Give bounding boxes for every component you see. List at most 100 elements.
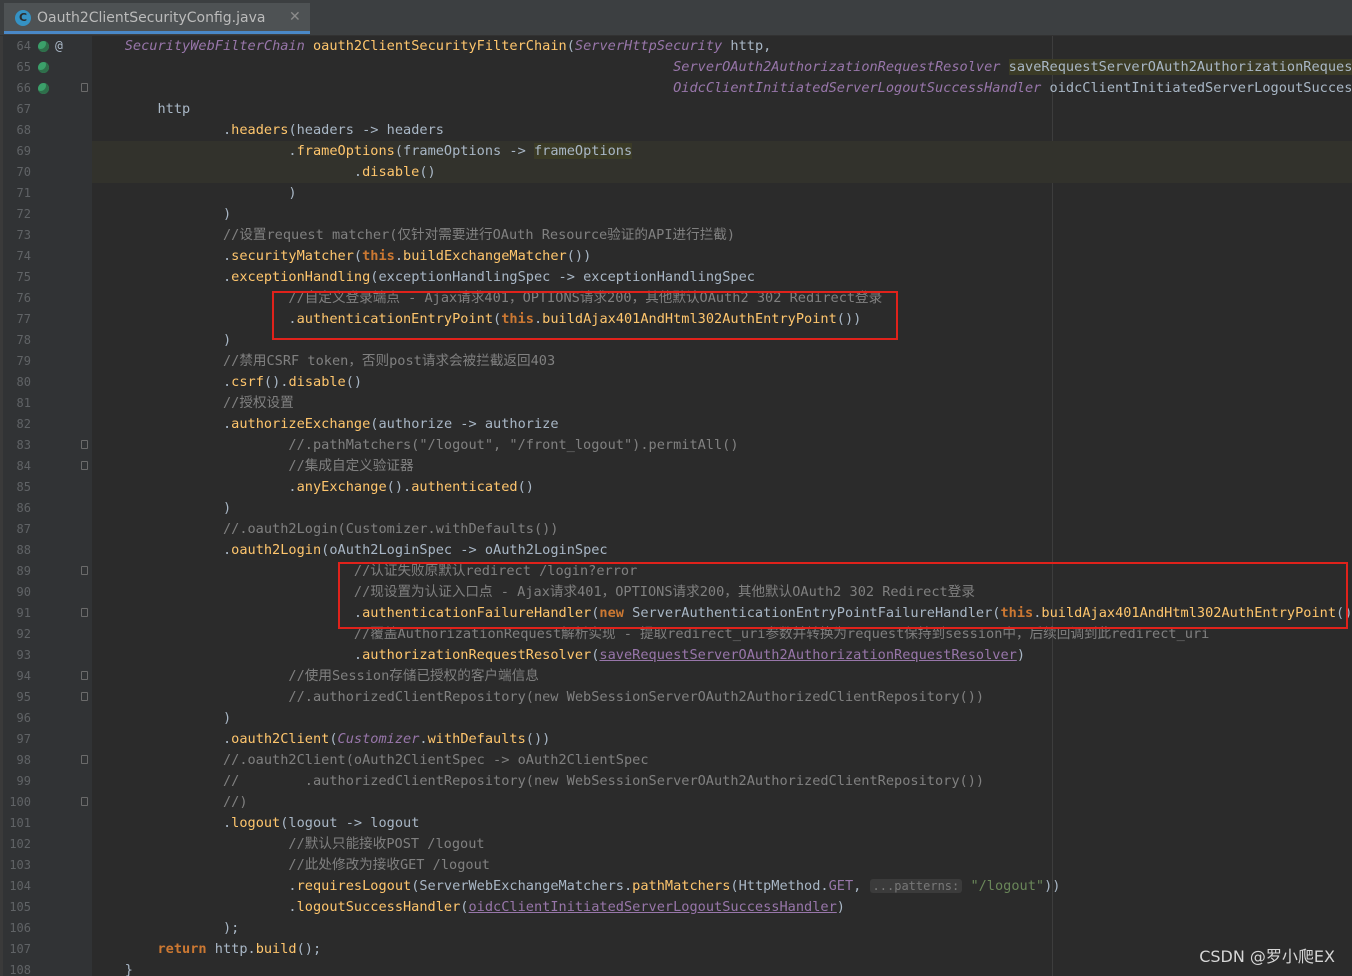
code-line[interactable]: 75 .exceptionHandling(exceptionHandlingS…	[0, 267, 1352, 288]
code-text: http	[92, 99, 190, 120]
code-line[interactable]: 73 //设置request matcher(仅针对需要进行OAuth Reso…	[0, 225, 1352, 246]
code-line[interactable]: 83 //.pathMatchers("/logout", "/front_lo…	[0, 435, 1352, 456]
annotation-icon: @	[55, 39, 63, 54]
code-text: //授权设置	[92, 393, 294, 414]
code-text: //.oauth2Login(Customizer.withDefaults()…	[92, 519, 559, 540]
code-line[interactable]: 89 //认证失败原默认redirect /login?error	[0, 561, 1352, 582]
fold-marker-icon[interactable]	[81, 461, 88, 470]
code-line[interactable]: 79 //禁用CSRF token，否则post请求会被拦截返回403	[0, 351, 1352, 372]
code-token: withDefaults	[427, 731, 526, 747]
code-token: .	[92, 374, 232, 390]
line-number: 79	[16, 354, 31, 368]
code-line[interactable]: 105 .logoutSuccessHandler(oidcClientInit…	[0, 897, 1352, 918]
code-token: OidcClientInitiatedServerLogoutSuccessHa…	[673, 80, 1042, 96]
code-text: )	[92, 183, 297, 204]
code-token: ())	[836, 311, 862, 327]
code-line[interactable]: 94 //使用Session存储已授权的客户端信息	[0, 666, 1352, 687]
code-line[interactable]: 72 )	[0, 204, 1352, 225]
code-line[interactable]: 88 .oauth2Login(oAuth2LoginSpec -> oAuth…	[0, 540, 1352, 561]
fold-marker-icon[interactable]	[81, 83, 88, 92]
fold-marker-icon[interactable]	[81, 608, 88, 617]
code-token: frameOptions	[296, 143, 395, 159]
code-token: )	[92, 185, 297, 201]
code-line[interactable]: 81 //授权设置	[0, 393, 1352, 414]
code-text: //)	[92, 792, 248, 813]
code-line[interactable]: 78 )	[0, 330, 1352, 351]
code-line[interactable]: 69 .frameOptions(frameOptions -> frameOp…	[0, 141, 1352, 162]
fold-marker-icon[interactable]	[81, 671, 88, 680]
line-number: 76	[16, 291, 31, 305]
code-line[interactable]: 98 //.oauth2Client(oAuth2ClientSpec -> o…	[0, 750, 1352, 771]
line-number: 66	[16, 81, 31, 95]
code-token: (frameOptions ->	[394, 143, 534, 159]
code-line[interactable]: 66 OidcClientInitiatedServerLogoutSucces…	[0, 78, 1352, 99]
code-token: saveRequestServerOAuth2AuthorizationRequ…	[1008, 59, 1352, 75]
code-token: .	[92, 143, 297, 159]
code-line[interactable]: 70 .disable()	[0, 162, 1352, 183]
fold-marker-icon[interactable]	[81, 440, 88, 449]
code-line[interactable]: 103 //此处修改为接收GET /logout	[0, 855, 1352, 876]
code-token: ();	[296, 941, 322, 957]
code-line[interactable]: 97 .oauth2Client(Customizer.withDefaults…	[0, 729, 1352, 750]
code-line[interactable]: 92 //覆盖AuthorizationRequest解析实现 - 提取redi…	[0, 624, 1352, 645]
fold-marker-icon[interactable]	[81, 755, 88, 764]
code-line[interactable]: 87 //.oauth2Login(Customizer.withDefault…	[0, 519, 1352, 540]
close-icon[interactable]: ✕	[289, 8, 301, 26]
code-token: (authorize -> authorize	[370, 416, 559, 432]
code-line[interactable]: 68 .headers(headers -> headers	[0, 120, 1352, 141]
code-line[interactable]: 90 //现设置为认证入口点 - Ajax请求401，OPTIONS请求200，…	[0, 582, 1352, 603]
code-line[interactable]: 80 .csrf().disable()	[0, 372, 1352, 393]
code-line[interactable]: 71 )	[0, 183, 1352, 204]
code-token: // .authorizedClientRepository(new WebSe…	[92, 773, 985, 789]
fold-marker-icon[interactable]	[81, 797, 88, 806]
code-line[interactable]: 65 ServerOAuth2AuthorizationRequestResol…	[0, 57, 1352, 78]
line-number: 102	[9, 837, 31, 851]
code-token: ServerAuthenticationEntryPointFailureHan…	[623, 605, 1001, 621]
code-line[interactable]: 102 //默认只能接收POST /logout	[0, 834, 1352, 855]
fold-marker-icon[interactable]	[81, 566, 88, 575]
line-number: 75	[16, 270, 31, 284]
code-editor[interactable]: 64 @ SecurityWebFilterChain oauth2ClientS…	[0, 36, 1352, 976]
line-number: 97	[16, 732, 31, 746]
code-line[interactable]: 95 //.authorizedClientRepository(new Web…	[0, 687, 1352, 708]
code-line[interactable]: 76 //自定义登录端点 - Ajax请求401，OPTIONS请求200，其他…	[0, 288, 1352, 309]
code-text: //集成自定义验证器	[92, 456, 414, 477]
code-text: //自定义登录端点 - Ajax请求401，OPTIONS请求200，其他默认O…	[92, 288, 882, 309]
code-line[interactable]: 99 // .authorizedClientRepository(new We…	[0, 771, 1352, 792]
code-line[interactable]: 82 .authorizeExchange(authorize -> autho…	[0, 414, 1352, 435]
code-token: (	[329, 731, 338, 747]
code-line[interactable]: 86 )	[0, 498, 1352, 519]
code-line[interactable]: 67 http	[0, 99, 1352, 120]
code-line[interactable]: 101 .logout(logout -> logout	[0, 813, 1352, 834]
code-token: .	[419, 731, 428, 747]
code-line[interactable]: 106 );	[0, 918, 1352, 939]
code-token: .	[92, 122, 232, 138]
line-number: 83	[16, 438, 31, 452]
fold-marker-icon[interactable]	[81, 692, 88, 701]
code-token: //集成自定义验证器	[92, 458, 414, 474]
code-token: this	[1000, 605, 1034, 621]
code-line[interactable]: 74 .securityMatcher(this.buildExchangeMa…	[0, 246, 1352, 267]
code-text: .authenticationFailureHandler(new Server…	[92, 603, 1352, 624]
line-number: 107	[9, 942, 31, 956]
code-line[interactable]: 107 return http.build();	[0, 939, 1352, 960]
code-line[interactable]: 64 @ SecurityWebFilterChain oauth2ClientS…	[0, 36, 1352, 57]
code-line[interactable]: 108 }	[0, 960, 1352, 976]
code-text: SecurityWebFilterChain oauth2ClientSecur…	[92, 36, 772, 57]
code-line[interactable]: 93 .authorizationRequestResolver(saveReq…	[0, 645, 1352, 666]
line-number: 101	[9, 816, 31, 830]
code-line[interactable]: 104 .requiresLogout(ServerWebExchangeMat…	[0, 876, 1352, 897]
java-class-icon: C	[15, 10, 31, 26]
code-token: http	[92, 101, 191, 117]
line-number: 100	[9, 795, 31, 809]
line-number: 68	[16, 123, 31, 137]
code-line[interactable]: 100 //)	[0, 792, 1352, 813]
tab-oauth2-client-security-config[interactable]: C Oauth2ClientSecurityConfig.java ✕	[4, 3, 310, 34]
code-line[interactable]: 96 )	[0, 708, 1352, 729]
code-line[interactable]: 84 //集成自定义验证器	[0, 456, 1352, 477]
code-line[interactable]: 77 .authenticationEntryPoint(this.buildA…	[0, 309, 1352, 330]
code-line[interactable]: 85 .anyExchange().authenticated()	[0, 477, 1352, 498]
code-token: ()))	[1336, 605, 1352, 621]
code-line[interactable]: 91 .authenticationFailureHandler(new Ser…	[0, 603, 1352, 624]
editor-tab-bar: C Oauth2ClientSecurityConfig.java ✕	[0, 0, 1352, 36]
